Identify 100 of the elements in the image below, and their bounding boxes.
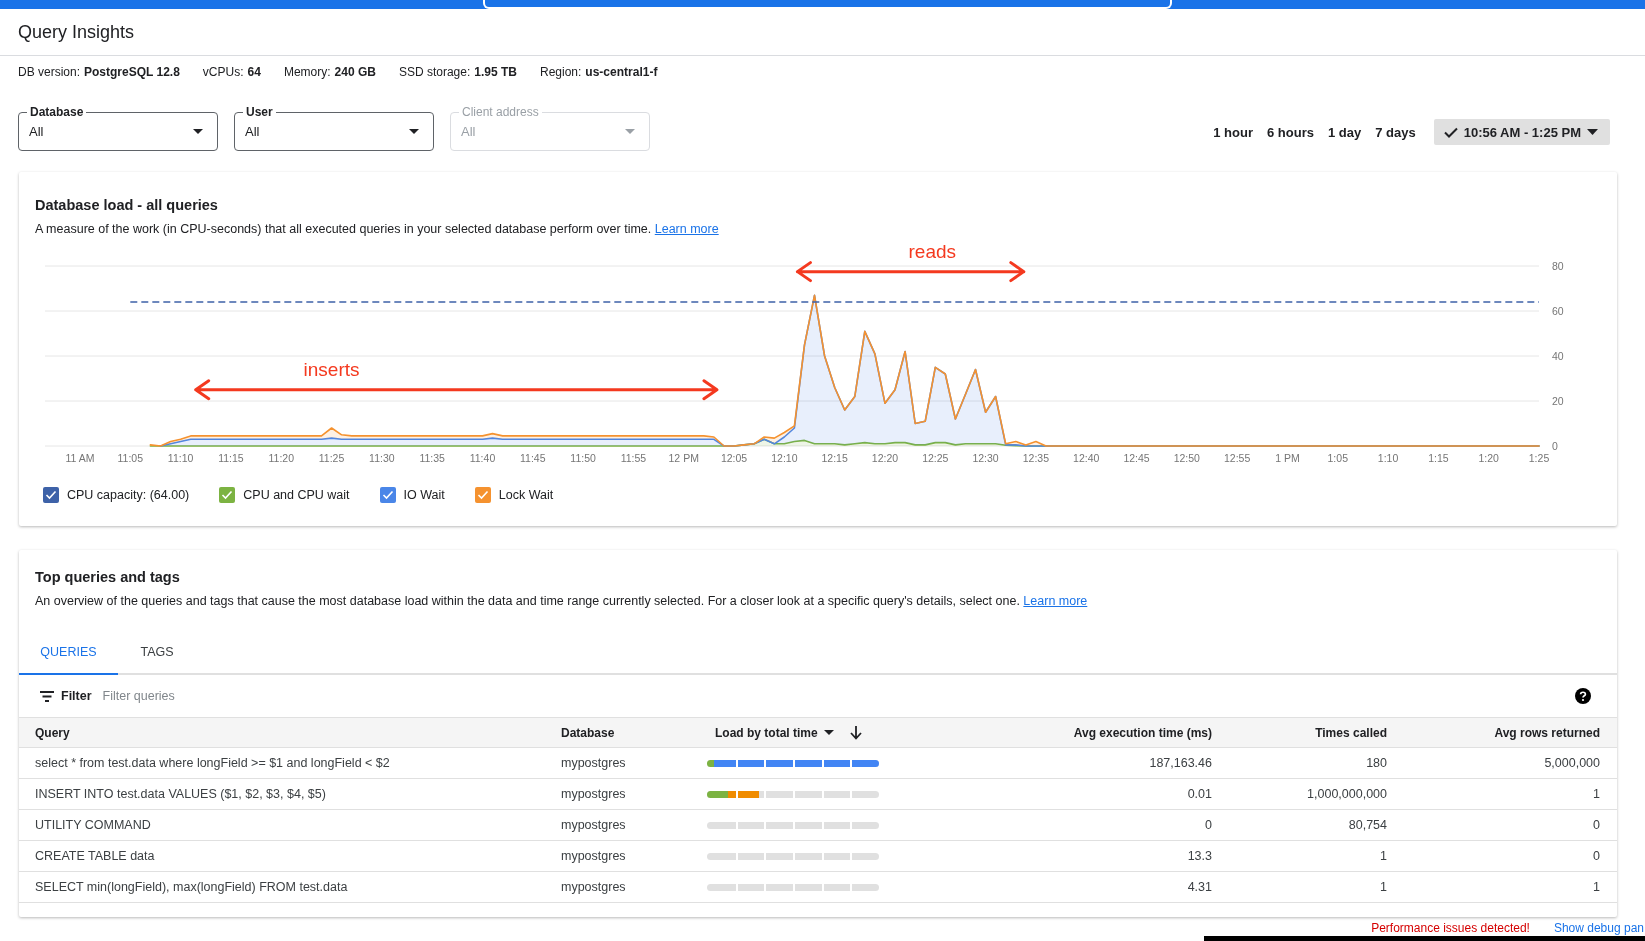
axis-tick-label: 1:25 [1528, 452, 1550, 464]
card-title: Top queries and tags [34, 568, 181, 586]
legend-checkbox[interactable] [379, 487, 396, 503]
table-cell: 0 [1593, 818, 1600, 832]
caret-icon [409, 129, 419, 134]
debug-link[interactable]: Show debug pan [1553, 921, 1644, 935]
axis-tick-label: 11:05 [117, 452, 144, 464]
axis-tick-label: 11:20 [268, 452, 294, 464]
table-cell: mypostgres [561, 787, 626, 801]
axis-tick-label: 1:05 [1327, 452, 1348, 464]
table-cell: 1 [1593, 787, 1600, 801]
legend-label: CPU capacity: (64.00) [67, 488, 190, 502]
table-cell: mypostgres [561, 849, 626, 863]
column-header[interactable]: Database [561, 725, 615, 740]
query-text[interactable]: INSERT INTO test.data VALUES ($1, $2, $3, $4, $5) [35, 787, 326, 801]
table-cell: 1,000,000,000 [1307, 787, 1387, 801]
caret-icon [193, 129, 203, 134]
info-value: 1.95 TB [474, 64, 517, 80]
axis-tick-label: 11:45 [520, 452, 546, 464]
query-text[interactable]: select * from test.data where longField >= $1 and longField < $2 [35, 756, 390, 770]
column-header[interactable]: Times called [1315, 725, 1387, 740]
table-cell: mypostgres [561, 756, 626, 770]
query-text[interactable]: CREATE TABLE data [35, 849, 155, 863]
warning-text: Performance issues detected! [1371, 921, 1530, 935]
caret-icon [1587, 129, 1598, 135]
info-value: us-central1-f [585, 64, 658, 80]
legend-checkbox[interactable] [219, 487, 236, 503]
card-title: Database load - all queries [34, 196, 219, 214]
time-range-button[interactable]: 1 hour [1211, 119, 1255, 145]
axis-tick-label: 1:15 [1428, 452, 1449, 464]
axis-tick-label: 1:20 [1478, 452, 1499, 464]
axis-tick-label: 11:25 [318, 452, 345, 464]
axis-tick-label: 12 PM [668, 452, 699, 464]
check-icon [1443, 126, 1458, 138]
axis-tick-label: 60 [1552, 305, 1564, 317]
legend-checkbox[interactable] [474, 487, 491, 503]
table-cell: 1 [1380, 849, 1387, 863]
time-range-button[interactable]: 10:56 AM - 1:25 PM [1433, 119, 1610, 145]
table-cell: 187,163.46 [1149, 756, 1212, 770]
axis-tick-label: 12:55 [1224, 452, 1251, 464]
axis-tick-label: 20 [1552, 395, 1564, 407]
time-range-button[interactable]: 7 days [1373, 119, 1418, 145]
axis-tick-label: 12:10 [771, 452, 798, 464]
filter-label: Filter [61, 689, 92, 703]
table-cell: mypostgres [561, 818, 626, 832]
table-cell: 0 [1593, 849, 1600, 863]
column-header[interactable]: Query [35, 725, 70, 740]
axis-tick-label: 40 [1552, 350, 1564, 362]
axis-tick-label: 80 [1552, 260, 1564, 272]
axis-tick-label: 11:35 [419, 452, 445, 464]
axis-tick-label: 11:55 [620, 452, 647, 464]
filter-icon [40, 690, 54, 702]
tab[interactable]: TAGS [118, 631, 196, 675]
axis-tick-label: 11:40 [469, 452, 496, 464]
axis-tick-label: 11:15 [218, 452, 244, 464]
info-label: Region: [540, 64, 582, 80]
table-cell: 4.31 [1187, 880, 1212, 894]
card-description: An overview of the queries and tags that cause the most database load within the data and time range currently selected. For a closer look at a specific query's details, select one. Learn more [34, 593, 1089, 609]
axis-tick-label: 1:10 [1377, 452, 1399, 464]
filter-dropdown[interactable]: Database All [18, 105, 218, 151]
legend-label: IO Wait [403, 488, 445, 502]
info-label: DB version: [18, 64, 81, 80]
table-cell: 5,000,000 [1544, 756, 1600, 770]
info-value: 64 [247, 64, 261, 80]
axis-tick-label: 11:50 [570, 452, 596, 464]
axis-tick-label: 12:40 [1073, 452, 1100, 464]
table-cell: 80,754 [1348, 818, 1387, 832]
help-icon[interactable] [1575, 688, 1591, 704]
learn-more-link[interactable]: Learn more [654, 222, 719, 236]
axis-tick-label: 0 [1552, 440, 1558, 452]
column-header[interactable]: Avg execution time (ms) [1073, 725, 1212, 740]
filter-dropdown[interactable]: User All [234, 105, 434, 151]
axis-tick-label: 12:50 [1173, 452, 1200, 464]
table-cell: 180 [1366, 756, 1387, 770]
axis-tick-label: 11:10 [167, 452, 194, 464]
table-cell: mypostgres [561, 880, 626, 894]
table-cell: 0 [1205, 818, 1212, 832]
info-label: vCPUs: [202, 64, 244, 80]
caret-icon [823, 730, 834, 735]
axis-tick-label: 12:15 [821, 452, 848, 464]
learn-more-link[interactable]: Learn more [1023, 594, 1088, 608]
axis-tick-label: 1 PM [1275, 452, 1300, 464]
legend-label: Lock Wait [498, 488, 554, 502]
table-cell: 1 [1593, 880, 1600, 894]
card-description: A measure of the work (in CPU-seconds) that all executed queries in your selected database perform over time. Learn more [34, 221, 720, 237]
info-label: Memory: [283, 64, 331, 80]
annotation-label: reads [908, 240, 956, 262]
column-header[interactable]: Avg rows returned [1494, 725, 1600, 740]
time-range-button[interactable]: 1 day [1326, 119, 1364, 145]
page-title: Query Insights [18, 22, 135, 42]
column-header[interactable]: Load by total time [715, 725, 862, 740]
axis-tick-label: 12:20 [871, 452, 899, 464]
axis-tick-label: 12:30 [972, 452, 999, 464]
query-text[interactable]: UTILITY COMMAND [35, 818, 151, 832]
tab[interactable]: QUERIES [19, 631, 118, 675]
time-range-button[interactable]: 6 hours [1265, 119, 1316, 145]
legend-checkbox[interactable] [43, 487, 59, 503]
table-cell: 13.3 [1187, 849, 1212, 863]
caret-icon [625, 129, 635, 134]
query-text[interactable]: SELECT min(longField), max(longField) FROM test.data [35, 880, 348, 894]
